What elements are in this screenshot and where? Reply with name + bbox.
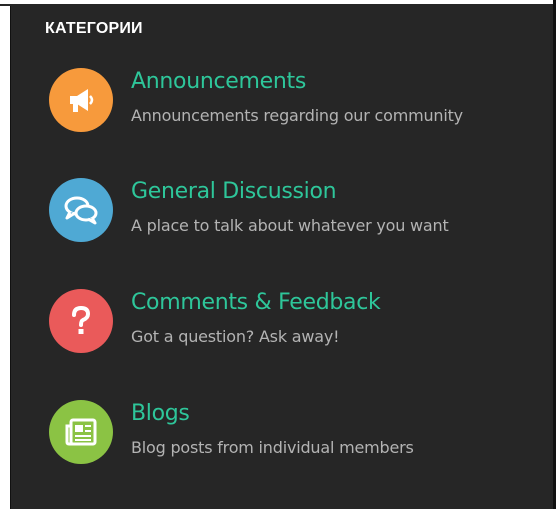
panel-heading: КАТЕГОРИИ (45, 20, 143, 37)
category-announcements[interactable]: Announcements Announcements regarding ou… (49, 68, 509, 136)
category-description: Got a question? Ask away! (131, 327, 340, 346)
chat-bubbles-icon (49, 178, 113, 242)
question-mark-icon (49, 289, 113, 353)
category-description: Announcements regarding our community (131, 106, 463, 125)
megaphone-icon (49, 68, 113, 132)
category-general-discussion[interactable]: General Discussion A place to talk about… (49, 178, 509, 246)
newspaper-icon (49, 400, 113, 464)
category-title[interactable]: Announcements (131, 69, 306, 94)
category-title[interactable]: Comments & Feedback (131, 290, 381, 315)
category-title[interactable]: Blogs (131, 401, 190, 426)
category-title[interactable]: General Discussion (131, 179, 337, 204)
categories-panel: КАТЕГОРИИ Announcements Announcements re… (10, 6, 556, 509)
category-comments-feedback[interactable]: Comments & Feedback Got a question? Ask … (49, 289, 509, 357)
category-description: A place to talk about whatever you want (131, 216, 449, 235)
category-blogs[interactable]: Blogs Blog posts from individual members (49, 400, 509, 468)
category-description: Blog posts from individual members (131, 438, 414, 457)
